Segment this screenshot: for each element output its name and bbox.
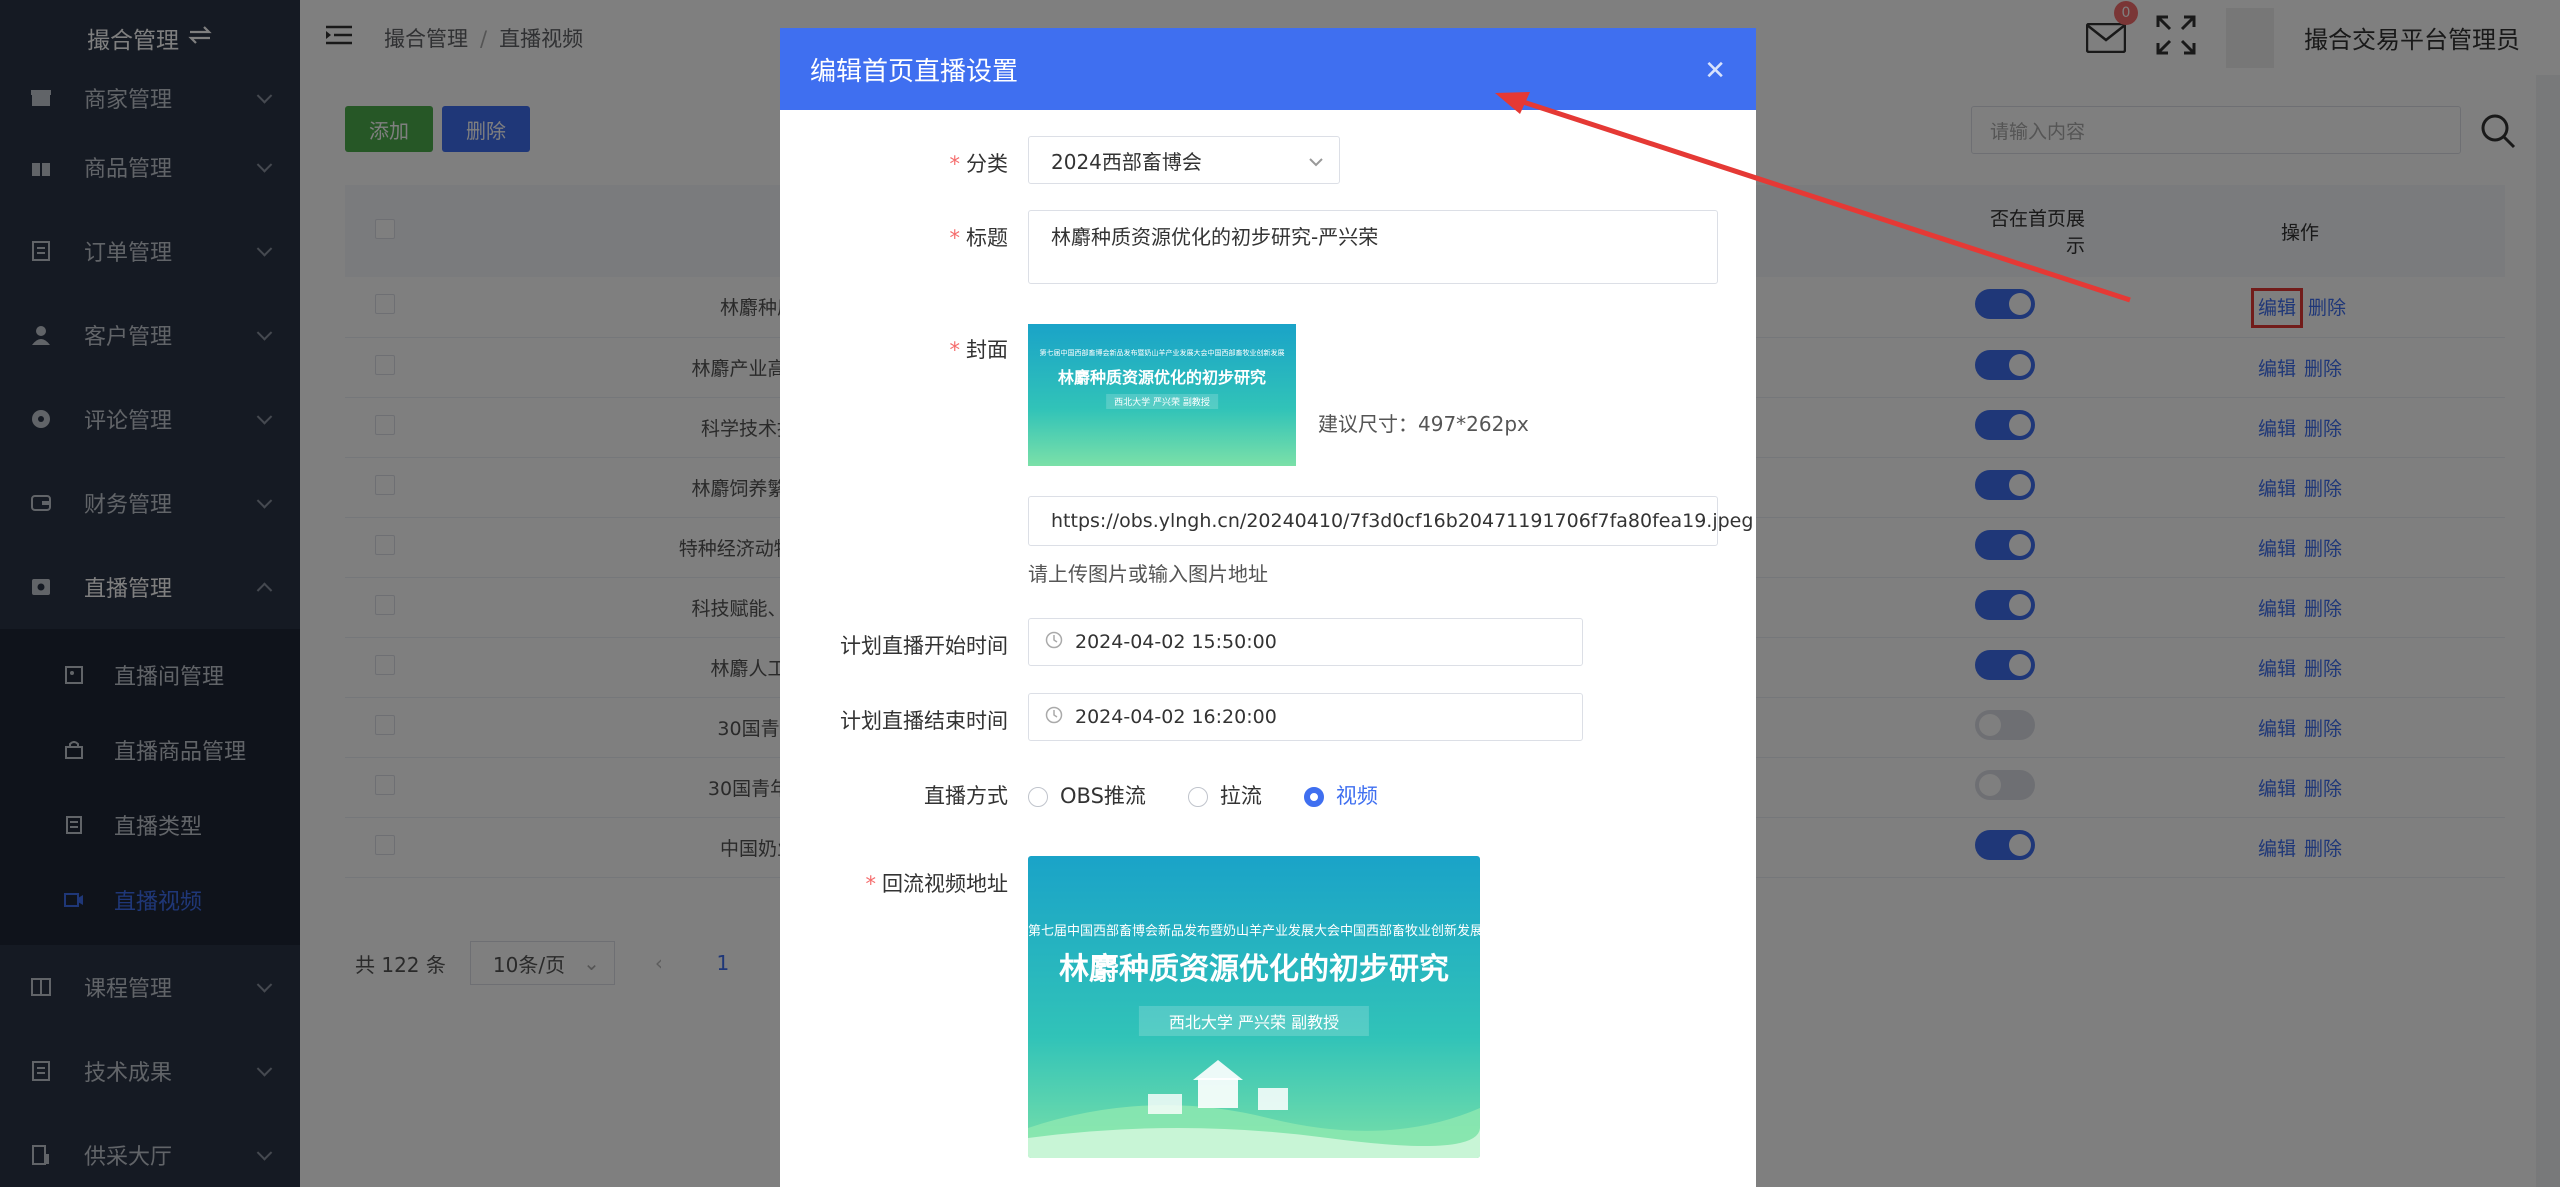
annotation-arrow [1495,92,2131,303]
